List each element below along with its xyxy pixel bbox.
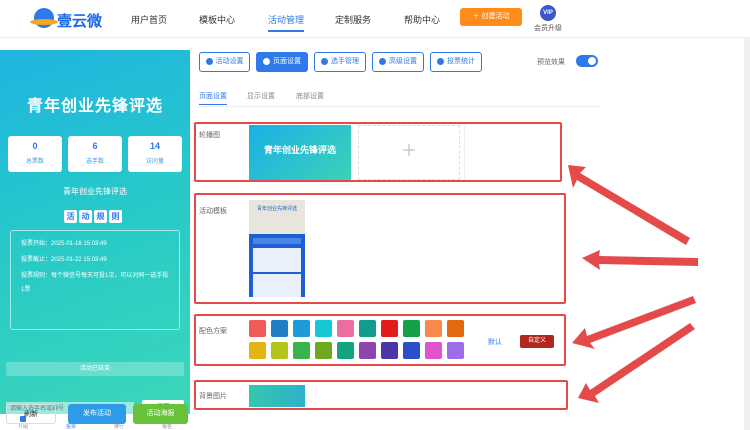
arrow-color: [572, 296, 696, 349]
arrow-template: [582, 250, 698, 270]
arrow-carousel: [568, 165, 690, 245]
annotation-arrows: [568, 165, 698, 403]
page-scrollbar[interactable]: [744, 38, 750, 430]
